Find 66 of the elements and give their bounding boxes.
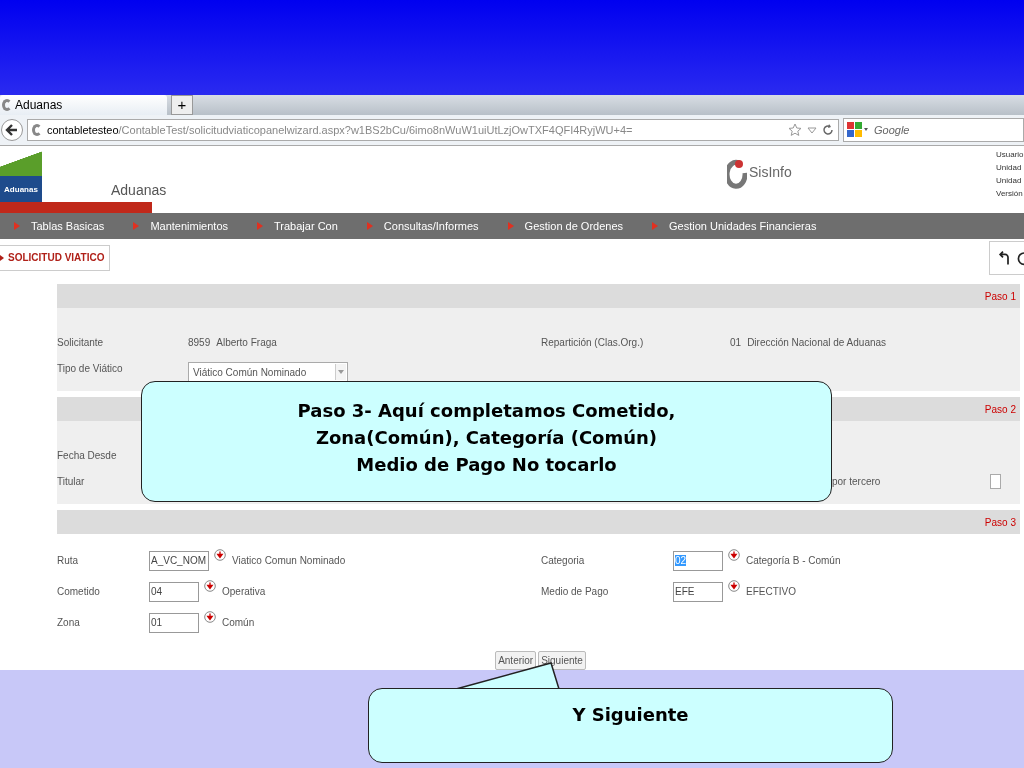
field-value: EFECTIVO [746,586,796,597]
checkbox-label: por tercero [832,475,881,487]
field-label: Ruta [57,555,80,566]
menu-arrow-icon [507,222,514,230]
field-value: Alberto Fraga [216,336,277,348]
field-label: Zona [57,617,81,628]
field-code: 8959 [188,336,211,348]
browser-tab[interactable]: Aduanas [0,95,167,115]
menu-arrow-icon [133,222,140,230]
field-label: Categoria [541,555,586,566]
down-arrow-icon[interactable] [204,610,216,623]
url-text: contabletesteo/ContableTest/solicitudviaticopanelwizard.aspx?w1BS2bCu/6imo8nWuW1uiUtLzjOwTXF4QFI4RyjWU+4= [47,124,634,136]
input-field[interactable]: 01 [149,612,199,633]
field-label: Cometido [57,586,101,597]
search-engine-icon [847,122,869,138]
star-icon[interactable] [788,123,802,137]
menu-item[interactable]: Mantenimientos [150,220,229,232]
field-label: Medio de Pago [541,586,610,597]
menu-arrow-icon [366,222,373,230]
menu-item[interactable]: Gestion Unidades Financieras [669,220,817,232]
checkbox[interactable] [990,473,1001,489]
field-value: Categoría B - Común [746,555,841,566]
reload-icon[interactable] [822,123,834,137]
menu-item[interactable]: Tablas Basicas [31,220,105,232]
menu-item[interactable]: Consultas/Informes [383,220,479,232]
dropdown[interactable]: Viático Común Nominado [188,362,348,382]
user-info-label: Unidad [996,163,1023,172]
step-label: Paso 3 [984,516,1016,528]
favicon-icon [32,124,42,136]
field-label: Repartición (Clas.Org.) [541,336,645,348]
search-field[interactable]: Google [843,118,1024,142]
brand-name: SisInfo [749,164,792,180]
favicon-icon [2,99,12,111]
menu-arrow-icon [257,222,264,230]
field-label: Solicitante [57,336,105,348]
menu-item[interactable]: Trabajar Con [274,220,338,232]
menu-arrow-icon [14,222,20,230]
field-value: Viatico Comun Nominado [232,555,346,566]
field-value: Común [222,617,255,628]
wizard-button[interactable]: Anterior [495,651,537,670]
down-arrow-icon[interactable] [214,548,226,561]
field-value: Operativa [222,586,266,597]
input-field[interactable]: EFE [673,581,723,602]
menu-arrow-icon [652,222,659,230]
app-title: Aduanas [111,182,167,199]
down-arrow-icon[interactable] [204,579,216,592]
address-field[interactable]: contabletesteo/ContableTest/solicitudviaticopanelwizard.aspx?w1BS2bCu/6imo8nWuW1uiUtLzjOwTXF4QFI4RyjWU+4= [27,119,839,141]
new-tab-button[interactable]: + [171,95,193,115]
user-info-label: Versión [996,189,1024,198]
user-info-label: Unidad [996,176,1023,185]
callout-box: Paso 3- Aquí completamos Cometido, Zona(Común), Categoría (Común) Medio de Pago No tocarlo [141,381,832,502]
down-arrow-icon[interactable] [728,548,740,561]
field-label: Titular [57,475,86,487]
input-field[interactable]: 04 [149,581,199,602]
field-label: Tipo de Viático [57,362,124,374]
step-label: Paso 1 [984,290,1016,302]
field-value: Dirección Nacional de Aduanas [747,336,887,348]
input-field[interactable]: A_VC_NOM [149,550,209,571]
logo: Aduanas [0,150,42,202]
step-label: Paso 2 [984,403,1016,415]
user-info-label: Usuario [996,150,1024,159]
page-title-button[interactable]: SOLICITUD VIATICO [0,244,111,271]
down-arrow-icon[interactable] [728,579,740,592]
field-code: 01 [730,336,742,348]
field-label: Fecha Desde [57,449,118,461]
menu-item[interactable]: Gestion de Ordenes [524,220,624,232]
